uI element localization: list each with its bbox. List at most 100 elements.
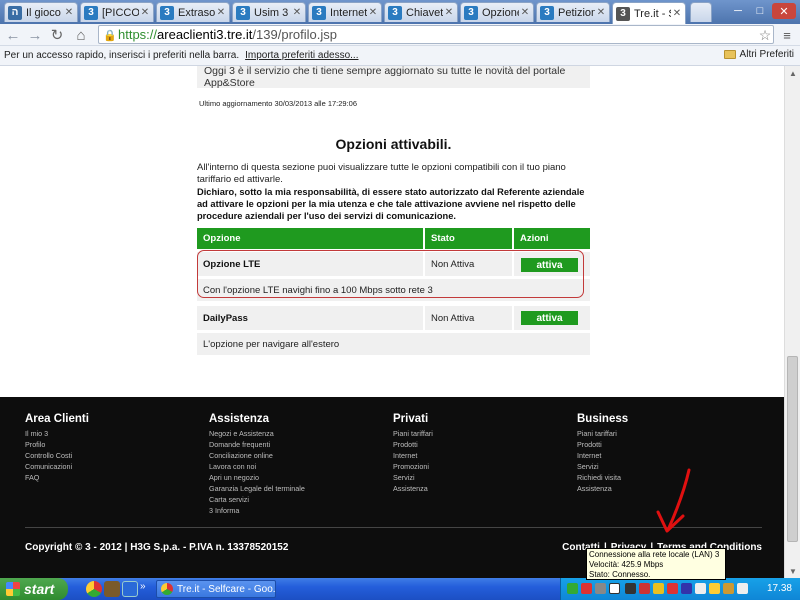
import-bookmarks-link[interactable]: Importa preferiti adesso...	[245, 50, 358, 61]
scroll-down-arrow-icon[interactable]: ▼	[785, 564, 800, 578]
taskbar-chrome-window[interactable]: Tre.it - Selfcare - Goo...	[156, 580, 276, 598]
tab-6[interactable]: 3 Chiavett ✕	[384, 2, 458, 22]
app-quicklaunch-icon[interactable]	[104, 581, 120, 597]
close-icon[interactable]: ✕	[63, 7, 75, 18]
footer-link[interactable]: Servizi	[577, 461, 628, 472]
scroll-up-arrow-icon[interactable]: ▲	[785, 66, 800, 80]
tooltip-line: Velocità: 425.9 Mbps	[589, 560, 664, 569]
close-icon[interactable]: ✕	[443, 7, 455, 18]
footer-link[interactable]: Garanzia Legale del terminale	[209, 483, 305, 494]
start-label: start	[24, 581, 55, 597]
footer-link[interactable]: FAQ	[25, 472, 89, 483]
three-logo-icon: 3	[236, 5, 250, 20]
footer-link[interactable]: Prodotti	[393, 439, 433, 450]
tab-9-active[interactable]: 3 Tre.it - S ✕	[612, 2, 686, 24]
footer-heading: Business	[577, 413, 629, 425]
expand-icon[interactable]: »	[140, 581, 150, 597]
footer-link[interactable]: Lavora con noi	[209, 461, 305, 472]
footer-link[interactable]: Comunicazioni	[25, 461, 89, 472]
tab-label: Petizione	[558, 6, 595, 19]
network-tooltip: Connessione alla rete locale (LAN) 3 Vel…	[586, 548, 726, 580]
tray-icon[interactable]	[695, 583, 706, 594]
footer-link[interactable]: Il mio 3	[25, 428, 89, 439]
column-header-actions: Azioni	[514, 228, 590, 249]
tab-2[interactable]: 3 [PICCOL ✕	[80, 2, 154, 22]
tray-icon[interactable]	[667, 583, 678, 594]
network-icon[interactable]	[625, 583, 636, 594]
forward-arrow-icon[interactable]: →	[26, 26, 44, 44]
tray-icon[interactable]	[709, 583, 720, 594]
tooltip-line: Connessione alla rete locale (LAN) 3	[589, 550, 720, 559]
tray-icon[interactable]	[595, 583, 606, 594]
footer-link[interactable]: Prodotti	[577, 439, 628, 450]
close-icon[interactable]: ✕	[595, 7, 607, 18]
activate-dailypass-button[interactable]: attiva	[521, 311, 578, 325]
desktop-quicklaunch-icon[interactable]	[122, 581, 138, 597]
close-icon[interactable]: ✕	[367, 7, 379, 18]
close-icon[interactable]: ✕	[215, 7, 227, 18]
footer-link[interactable]: Negozi e Assistenza	[209, 428, 305, 439]
url-scheme: https://	[118, 27, 158, 42]
tray-icon[interactable]	[567, 583, 578, 594]
footer-link[interactable]: Carta servizi	[209, 494, 305, 505]
tray-icon[interactable]	[653, 583, 664, 594]
tab-3[interactable]: 3 Extraso ✕	[156, 2, 230, 22]
highlight-circle	[197, 250, 584, 298]
footer-link[interactable]: Promozioni	[393, 461, 433, 472]
footer-link[interactable]: Piani tariffari	[577, 428, 628, 439]
tab-8[interactable]: 3 Petizione ✕	[536, 2, 610, 22]
close-icon[interactable]: ✕	[291, 7, 303, 18]
footer-link[interactable]: Servizi	[393, 472, 433, 483]
intro-text: All'interno di questa sezione puoi visua…	[197, 162, 566, 185]
footer-heading: Privati	[393, 413, 429, 425]
footer-link[interactable]: Controllo Costi	[25, 450, 89, 461]
volume-icon[interactable]	[737, 583, 748, 594]
three-logo-icon: 3	[312, 5, 326, 20]
footer-link[interactable]: Domande frequenti	[209, 439, 305, 450]
tab-7[interactable]: 3 Opzione ✕	[460, 2, 534, 22]
scrollbar-thumb[interactable]	[787, 356, 798, 542]
home-icon[interactable]: ⌂	[72, 26, 90, 44]
tab-label: Extraso	[178, 6, 215, 19]
tray-icon[interactable]	[681, 583, 692, 594]
tray-icon[interactable]	[723, 583, 734, 594]
tray-icon[interactable]	[609, 583, 620, 594]
maximize-button[interactable]: □	[750, 3, 770, 19]
tab-5[interactable]: 3 Internet ✕	[308, 2, 382, 22]
three-logo-icon: 3	[464, 5, 478, 20]
tab-4[interactable]: 3 Usim 3 o ✕	[232, 2, 306, 22]
minimize-button[interactable]: ─	[728, 3, 748, 19]
three-logo-icon: 3	[388, 5, 402, 20]
star-icon[interactable]: ☆	[756, 26, 774, 44]
footer-link[interactable]: Piani tariffari	[393, 428, 433, 439]
footer-link[interactable]: 3 Informa	[209, 505, 305, 516]
footer-link[interactable]: Conciliazione online	[209, 450, 305, 461]
close-icon[interactable]: ✕	[671, 8, 683, 19]
footer-link[interactable]: Assistenza	[577, 483, 628, 494]
tab-label: Il gioco	[26, 6, 61, 19]
tab-1[interactable]: ה Il gioco ✕	[4, 2, 78, 22]
footer-link[interactable]: Apri un negozio	[209, 472, 305, 483]
new-tab-button[interactable]	[690, 2, 712, 22]
vertical-scrollbar[interactable]: ▲ ▼	[784, 66, 800, 578]
chrome-quicklaunch-icon[interactable]	[86, 581, 102, 597]
footer-link[interactable]: Assistenza	[393, 483, 433, 494]
footer-link[interactable]: Internet	[577, 450, 628, 461]
close-icon[interactable]: ✕	[519, 7, 531, 18]
lock-icon: 🔒	[103, 29, 117, 42]
three-logo-icon: 3	[540, 5, 554, 20]
disclaimer-text: Dichiaro, sotto la mia responsabilità, d…	[197, 187, 585, 221]
reload-icon[interactable]: ↻	[48, 26, 66, 44]
address-bar[interactable]: 🔒 https://areaclienti3.tre.it/139/profil…	[98, 25, 774, 44]
tray-icon[interactable]	[639, 583, 650, 594]
footer-link[interactable]: Richiedi visita	[577, 472, 628, 483]
tray-icon[interactable]	[581, 583, 592, 594]
back-arrow-icon[interactable]: ←	[4, 26, 22, 44]
other-bookmarks[interactable]: Altri Preferiti	[723, 49, 794, 60]
start-button[interactable]: start	[0, 578, 68, 600]
footer-link[interactable]: Internet	[393, 450, 433, 461]
footer-link[interactable]: Profilo	[25, 439, 89, 450]
menu-icon[interactable]: ≡	[778, 26, 796, 44]
close-icon[interactable]: ✕	[139, 7, 151, 18]
close-window-button[interactable]: ✕	[772, 3, 796, 19]
